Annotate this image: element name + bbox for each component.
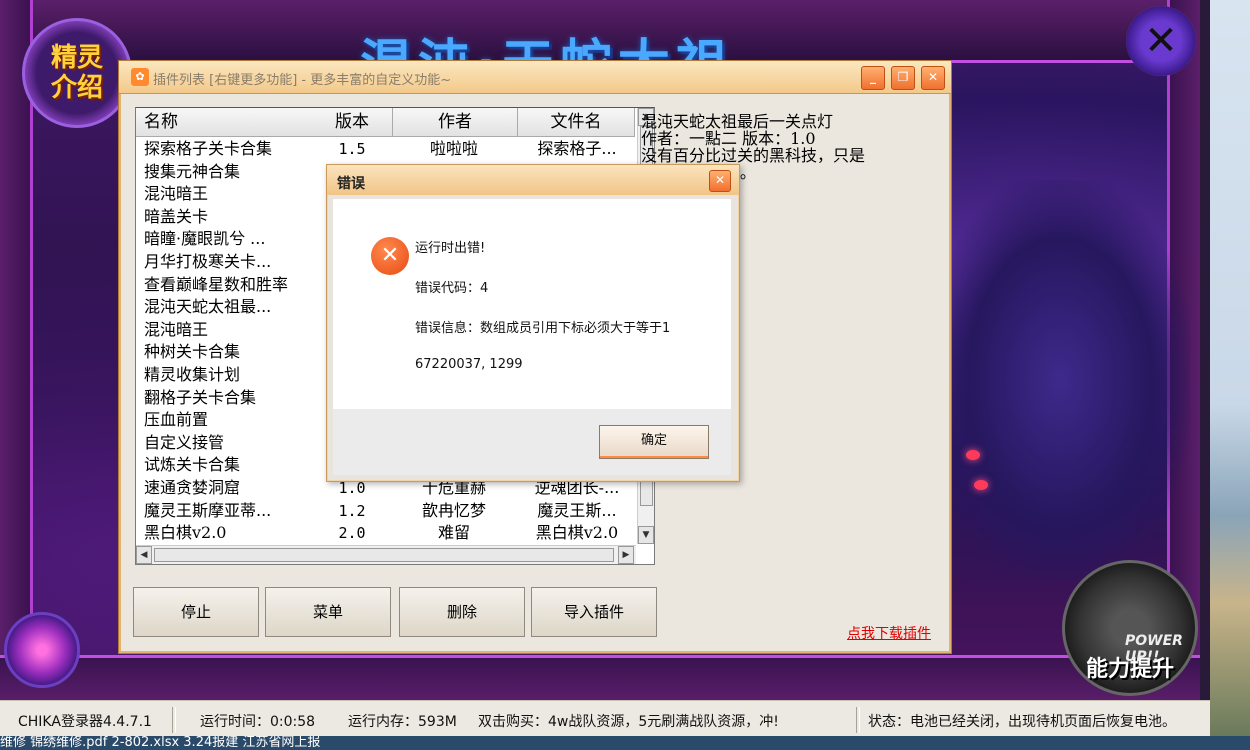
minimize-button[interactable]: _ — [861, 66, 885, 90]
plugin-name-cell: 混沌天蛇太祖最... — [144, 297, 272, 317]
status-separator — [856, 707, 860, 733]
monster-eye — [974, 480, 988, 490]
plugin-name-cell: 种树关卡合集 — [144, 342, 241, 362]
menu-button[interactable]: 菜单 — [265, 587, 391, 637]
minimize-icon: _ — [870, 70, 876, 84]
plugin-name-cell: 探索格子关卡合集 — [144, 139, 273, 158]
dialog-body: ✕ 运行时出错! 错误代码：4 错误信息：数组成员引用下标必须大于等于1 672… — [333, 199, 731, 409]
plugin-name-cell: 翻格子关卡合集 — [144, 387, 257, 407]
plugin-name-cell: 魔灵王斯摩亚蒂... — [144, 500, 272, 520]
plugin-name-cell: 压血前置 — [144, 410, 209, 430]
plugin-name-cell: 精灵收集计划 — [144, 365, 241, 384]
column-header-author[interactable]: 作者 — [393, 108, 518, 137]
dialog-title: 错误 — [337, 176, 365, 192]
plugin-name-cell: 月华打极寒关卡... — [144, 252, 272, 271]
restore-icon: ❐ — [897, 70, 909, 84]
plugin-name-cell: 搜集元神合集 — [144, 161, 241, 181]
description-line: 没有百分比过关的黑科技，只是 — [641, 146, 866, 165]
monster-eye — [966, 450, 980, 460]
status-app-version: CHIKA登录器4.4.7.1 — [18, 714, 152, 730]
close-icon: ✕ — [714, 173, 726, 187]
table-row[interactable]: 魔灵王斯摩亚蒂... 1.2 歆冉忆梦 魔灵王斯... — [136, 500, 634, 523]
maximize-button[interactable]: ❐ — [891, 66, 915, 90]
taskbar: 维修 锦绣维修.pdf 2-802.xlsx 3.24报建 江苏省网上报 — [0, 736, 1250, 750]
window-titlebar[interactable]: ✿ 插件列表 [右键更多功能] - 更多丰富的自定义功能~ _ ❐ ✕ — [119, 61, 951, 94]
stop-button[interactable]: 停止 — [133, 587, 259, 637]
status-promo[interactable]: 双击购买：4w战队资源，5元刷满战队资源，冲! — [478, 711, 779, 731]
close-button[interactable]: ✕ — [921, 66, 945, 90]
status-memory: 运行内存：593M — [348, 714, 457, 730]
intro-badge-label: 精灵 介绍 — [50, 43, 103, 103]
scroll-left-arrow-icon[interactable]: ◀ — [136, 546, 152, 564]
dialog-close-button[interactable]: ✕ — [709, 170, 731, 192]
scroll-right-arrow-icon[interactable]: ▶ — [618, 546, 634, 564]
game-frame-left — [0, 0, 33, 700]
plugin-file-cell: 黑白棋v2.0 — [535, 523, 619, 543]
close-icon: ✕ — [927, 70, 939, 84]
plugin-name-cell: 自定义接管 — [144, 432, 225, 452]
import-plugin-button[interactable]: 导入插件 — [531, 587, 657, 637]
power-up-sub-label: POWER UP!! — [1125, 633, 1183, 665]
power-up-button[interactable]: POWER UP!! 能力提升 — [1062, 560, 1198, 696]
horizontal-scrollbar[interactable]: ◀ ▶ — [136, 545, 636, 564]
plugin-name-cell: 暗盖关卡 — [144, 206, 209, 226]
error-info: 错误信息：数组成员引用下标必须大于等于1 — [415, 321, 671, 336]
plugin-name-cell: 查看巅峰星数和胜率 — [144, 274, 289, 294]
table-row[interactable]: 黑白棋v2.0 2.0 难留 黑白棋v2.0 — [136, 522, 634, 545]
error-dialog: 错误 ✕ ✕ 运行时出错! 错误代码：4 错误信息：数组成员引用下标必须大于等于… — [326, 164, 740, 482]
download-plugin-link[interactable]: 点我下载插件 — [847, 623, 931, 643]
status-bar: CHIKA登录器4.4.7.1 运行时间：0:0:58 运行内存：593M 双击… — [0, 700, 1210, 737]
game-frame-bottom — [0, 655, 1200, 700]
description-line: 作者：一點二 版本：1.0 — [641, 129, 816, 148]
status-separator — [172, 707, 176, 733]
ok-button[interactable]: 确定 — [599, 425, 709, 459]
intro-badge-button[interactable]: 精灵 介绍 — [22, 18, 132, 128]
plugin-file-cell: 探索格子... — [537, 139, 617, 158]
plugin-version-cell: 1.2 — [338, 501, 366, 520]
plugin-name-cell: 速通贪婪洞窟 — [144, 478, 241, 497]
column-header-name[interactable]: 名称 — [136, 108, 319, 137]
app-icon: ✿ — [131, 68, 149, 86]
table-row[interactable]: 探索格子关卡合集 1.5 啦啦啦 探索格子... — [136, 138, 634, 161]
plugin-version-cell: 2.0 — [338, 524, 366, 543]
error-icon: ✕ — [371, 237, 409, 275]
dialog-footer: 确定 — [333, 409, 731, 475]
plugin-author-cell: 难留 — [437, 523, 470, 543]
description-line: 混沌天蛇太祖最后一关点灯 — [641, 112, 834, 131]
window-title: 插件列表 [右键更多功能] - 更多丰富的自定义功能~ — [153, 73, 452, 88]
scroll-down-arrow-icon[interactable]: ▼ — [638, 526, 654, 544]
close-icon: ✕ — [1144, 18, 1178, 64]
plugin-author-cell: 啦啦啦 — [429, 139, 478, 158]
plugin-name-cell: 混沌暗王 — [144, 184, 209, 204]
monster-art — [930, 180, 1190, 580]
column-header-filename[interactable]: 文件名 — [518, 108, 635, 137]
plugin-file-cell: 魔灵王斯... — [537, 500, 617, 520]
game-close-button[interactable]: ✕ — [1126, 6, 1196, 76]
plugin-name-cell: 暗瞳·魔眼凯兮 ... — [144, 229, 266, 249]
error-message-title: 运行时出错! — [415, 241, 486, 256]
status-runtime: 运行时间：0:0:58 — [200, 714, 316, 730]
error-detail: 67220037, 1299 — [415, 357, 523, 372]
plugin-name-cell: 黑白棋v2.0 — [144, 523, 227, 543]
plugin-name-cell: 混沌暗王 — [144, 319, 209, 339]
orb-button[interactable] — [4, 612, 80, 688]
horizontal-scroll-thumb[interactable] — [154, 548, 614, 562]
status-state: 状态：电池已经关闭，出现待机页面后恢复电池。 — [868, 714, 1176, 730]
delete-button[interactable]: 删除 — [399, 587, 525, 637]
column-header-version[interactable]: 版本 — [312, 108, 393, 137]
plugin-author-cell: 歆冉忆梦 — [421, 500, 486, 520]
error-code: 错误代码：4 — [415, 281, 489, 296]
dialog-titlebar[interactable]: 错误 ✕ — [327, 165, 739, 195]
desktop-background — [1210, 0, 1250, 736]
plugin-name-cell: 试炼关卡合集 — [144, 455, 241, 475]
plugin-version-cell: 1.5 — [338, 140, 366, 158]
